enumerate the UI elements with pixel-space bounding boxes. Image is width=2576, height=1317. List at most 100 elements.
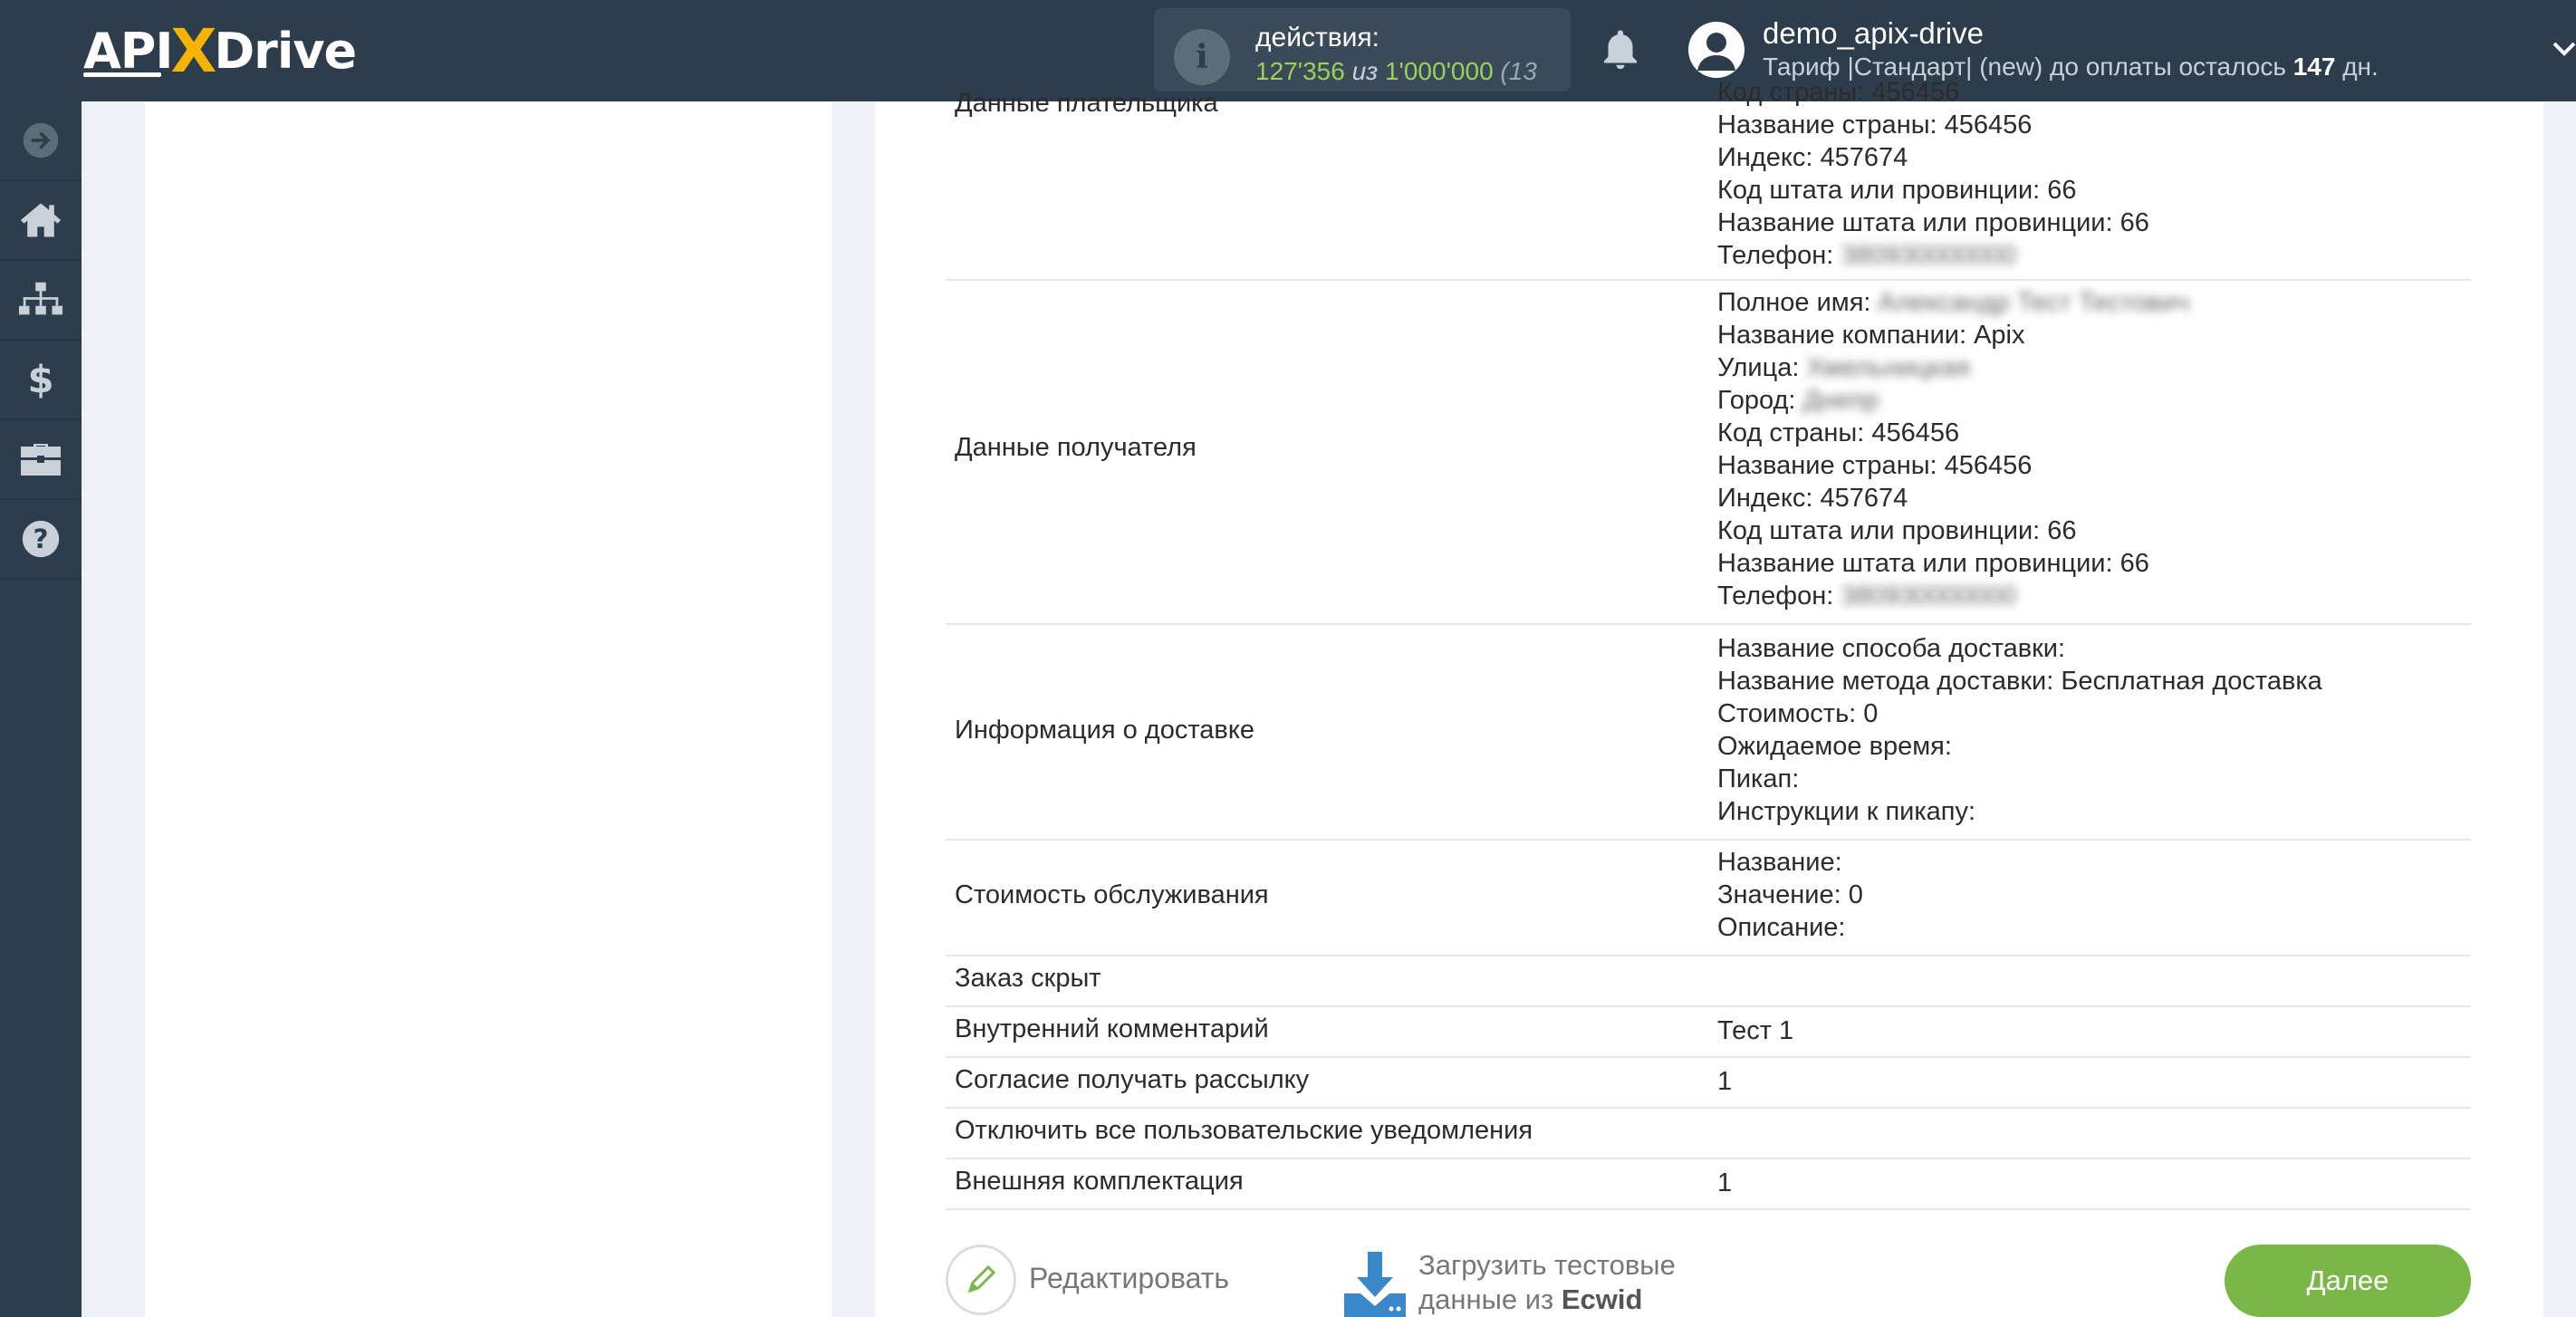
top-bar: API X Drive i действия: 127'356 из 1'000'0…: [0, 0, 2576, 101]
actions-of: из: [1351, 57, 1379, 85]
table-row: Внешняя комплектация 1: [946, 1159, 2471, 1210]
actions-count: 127'356 из 1'000'000 (13: [1255, 57, 1537, 86]
sidebar-item-connections[interactable]: [0, 261, 82, 341]
blurred-value: 380930000000: [1841, 241, 2016, 270]
actions-counter[interactable]: i действия: 127'356 из 1'000'000 (13: [1154, 8, 1571, 91]
download-line1: Загрузить тестовые: [1418, 1249, 1676, 1281]
table-row: Данные получателя Полное имя: Александр …: [946, 279, 2471, 625]
row-label: Данные получателя: [955, 433, 1197, 462]
value-line: Название штата или провинции: 66: [1717, 549, 2149, 578]
value-line: Название способа доставки:: [1717, 634, 2066, 663]
download-line2: данные из Ecwid: [1418, 1283, 1676, 1317]
table-row: Информация о доставке Название способа д…: [946, 625, 2471, 841]
value-line-street: Улица: Хмельницкая: [1717, 351, 2189, 384]
value-line: Пикап:: [1717, 764, 1800, 793]
blurred-value: Хмельницкая: [1806, 353, 1970, 382]
value-line: Стоимость: 0: [1717, 699, 1879, 728]
actions-used: 127'356: [1255, 57, 1345, 85]
home-icon: [20, 203, 62, 237]
blurred-value: 380930000000: [1841, 582, 2016, 610]
name-label: Полное имя:: [1717, 288, 1871, 317]
value-line: Код страны: 456456: [1717, 418, 1960, 447]
logo-underline: [83, 72, 161, 77]
value-line-name: Полное имя: Александр Тест Тестович: [1717, 286, 2189, 319]
tariff-days-suffix: дн.: [2342, 53, 2379, 81]
sidebar-item-billing[interactable]: $: [0, 341, 82, 420]
username[interactable]: demo_apix-drive: [1763, 16, 1984, 51]
info-icon: i: [1174, 29, 1230, 85]
value-line-phone: Телефон: 380930000000: [1717, 239, 2149, 272]
blurred-value: Днепр: [1802, 386, 1879, 415]
table-row: Данные плательщика Код страны: 456456 На…: [946, 78, 2471, 281]
download-prefix: данные из: [1418, 1283, 1554, 1315]
edit-button[interactable]: [946, 1245, 1016, 1315]
sidebar-item-help[interactable]: ?: [0, 500, 82, 580]
value-line: Значение: 0: [1717, 880, 1863, 909]
download-test-data-button[interactable]: Загрузить тестовые данные из Ecwid: [1418, 1248, 1676, 1317]
bell-icon[interactable]: [1596, 25, 1645, 76]
next-button[interactable]: Далее: [2225, 1245, 2471, 1317]
value-line-city: Город: Днепр: [1717, 384, 2189, 417]
table-row: Отключить все пользовательские уведомлен…: [946, 1109, 2471, 1159]
blurred-value: Александр Тест Тестович: [1878, 288, 2190, 317]
value-line: Название метода доставки: Бесплатная дос…: [1717, 667, 2322, 696]
row-value: 1: [1717, 1168, 1733, 1197]
arrow-right-circle-icon: [23, 122, 59, 159]
value-line: Индекс: 457674: [1717, 143, 1908, 172]
row-label: Стоимость обслуживания: [955, 880, 1269, 909]
actions-extra: (13: [1500, 57, 1537, 85]
steps-panel: [145, 101, 831, 1317]
row-label: Отключить все пользовательские уведомлен…: [955, 1116, 1533, 1145]
tariff-days: 147: [2292, 53, 2336, 81]
download-source: Ecwid: [1561, 1283, 1643, 1315]
user-avatar-icon[interactable]: [1688, 22, 1745, 78]
table-row: Внутренний комментарий Тест 1: [946, 1007, 2471, 1058]
city-label: Город:: [1717, 386, 1796, 415]
sidebar: $ ?: [0, 101, 82, 1317]
sitemap-icon: [18, 282, 63, 315]
sidebar-item-collapse[interactable]: [0, 101, 82, 181]
row-label: Согласие получать рассылку: [955, 1065, 1310, 1094]
value-line: Код страны: 456456: [1717, 78, 1960, 107]
value-line: Инструкции к пикапу:: [1717, 797, 1976, 826]
help-circle-icon: ?: [22, 520, 60, 558]
briefcase-icon: [21, 444, 61, 476]
value-line: Код штата или провинции: 66: [1717, 176, 2077, 205]
svg-text:$: $: [27, 359, 53, 400]
dollar-icon: $: [27, 359, 53, 400]
row-values: Название: Значение: 0 Описание:: [1717, 846, 1863, 944]
chevron-down-icon[interactable]: [2549, 36, 2576, 60]
value-line: Название компании: Apix: [1717, 321, 2025, 350]
logo-text-api: API: [83, 22, 173, 80]
row-values: Код страны: 456456 Название страны: 4564…: [1717, 76, 2149, 272]
download-icon[interactable]: [1341, 1250, 1409, 1317]
sidebar-item-tools[interactable]: [0, 420, 82, 500]
value-line: Индекс: 457674: [1717, 484, 1908, 513]
row-label: Информация о доставке: [955, 716, 1254, 745]
row-label: Внутренний комментарий: [955, 1014, 1269, 1043]
table-row: Согласие получать рассылку 1: [946, 1058, 2471, 1109]
row-label: Данные плательщика: [955, 89, 1218, 118]
row-values: Название способа доставки: Название мето…: [1717, 632, 2322, 828]
table-row: Стоимость обслуживания Название: Значени…: [946, 841, 2471, 957]
actions-total: 1'000'000: [1384, 57, 1494, 85]
phone-label: Телефон:: [1717, 241, 1834, 270]
phone-label: Телефон:: [1717, 582, 1834, 610]
value-line: Описание:: [1717, 913, 1846, 942]
row-value: 1: [1717, 1067, 1733, 1096]
value-line-phone: Телефон: 380930000000: [1717, 580, 2189, 612]
pencil-icon: [967, 1264, 996, 1293]
value-line: Название страны: 456456: [1717, 451, 2033, 480]
value-line: Название страны: 456456: [1717, 111, 2033, 139]
logo-text-x: X: [170, 15, 216, 86]
actions-label: действия:: [1255, 23, 1379, 53]
svg-text:?: ?: [33, 524, 48, 554]
row-label: Заказ скрыт: [955, 964, 1101, 993]
edit-label[interactable]: Редактировать: [1029, 1262, 1229, 1295]
value-line: Код штата или провинции: 66: [1717, 516, 2077, 545]
sidebar-item-home[interactable]: [0, 181, 82, 261]
value-line: Ожидаемое время:: [1717, 732, 1952, 761]
street-label: Улица:: [1717, 353, 1800, 382]
apix-drive-logo[interactable]: API X Drive: [83, 13, 357, 89]
row-values: Полное имя: Александр Тест Тестович Назв…: [1717, 286, 2189, 612]
